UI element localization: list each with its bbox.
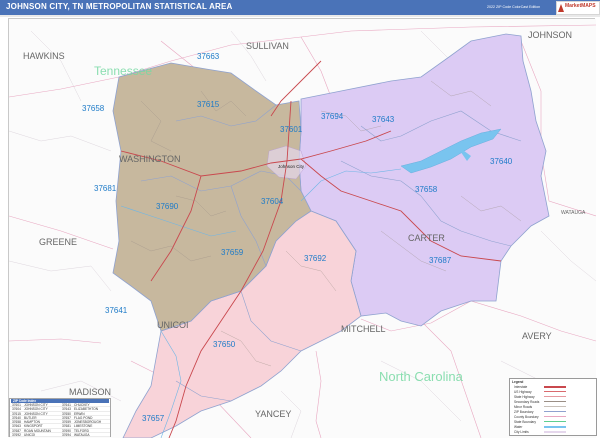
zip-index-rows: 37601 JOHNSON CITY 37641 CHUCKEY 37604 J… (10, 403, 110, 438)
zip-label-37658[interactable]: 37658 (82, 104, 105, 113)
legend-swatch (544, 431, 566, 433)
county-label-washington: WASHINGTON (119, 154, 181, 164)
logo-text: MarketMAPS (565, 3, 596, 9)
legend-swatch (544, 411, 566, 412)
zip-label-37659[interactable]: 37659 (221, 248, 244, 257)
legend-item: City Limits (514, 430, 594, 434)
zip-label-37640[interactable]: 37640 (490, 157, 513, 166)
legend-item: Interstate (514, 385, 594, 389)
map-canvas: HAWKINS SULLIVAN JOHNSON WASHINGTON GREE… (8, 18, 597, 439)
county-label-watauga: WATAUGA (561, 210, 586, 216)
zip-label-37643[interactable]: 37643 (372, 115, 395, 124)
zip-label-37601[interactable]: 37601 (280, 125, 303, 134)
zip-label-37694[interactable]: 37694 (321, 112, 344, 121)
county-label-mitchell: MITCHELL (341, 324, 386, 334)
county-label-hawkins: HAWKINS (23, 51, 65, 61)
legend-item: US Highway (514, 390, 594, 394)
legend-item: County Boundary (514, 415, 594, 419)
city-label-johnson-city: Johnson City (278, 164, 305, 169)
zip-label-37687[interactable]: 37687 (429, 256, 452, 265)
county-label-sullivan: SULLIVAN (246, 41, 289, 51)
zip-label-37641[interactable]: 37641 (105, 306, 128, 315)
legend-swatch (544, 421, 566, 422)
zip-index-table: ZIP Code Index 37601 JOHNSON CITY 37641 … (9, 398, 111, 438)
county-label-yancey: YANCEY (255, 409, 291, 419)
state-label-north-carolina: North Carolina (379, 369, 464, 384)
edition-label: 2022 ZIP Code ColorCast Edition (487, 5, 541, 9)
legend-swatch (544, 426, 566, 428)
zip-label-37650[interactable]: 37650 (213, 340, 236, 349)
county-label-madison: MADISON (69, 387, 111, 397)
zip-label-37657[interactable]: 37657 (142, 414, 165, 423)
map-frame: JOHNSON CITY, TN METROPOLITAN STATISTICA… (0, 0, 600, 439)
zip-label-37658-carter[interactable]: 37658 (415, 185, 438, 194)
publisher-logo[interactable]: MarketMAPS (556, 1, 600, 15)
legend-swatch (544, 416, 566, 417)
legend-item: State Boundary (514, 420, 594, 424)
zip-label-37681[interactable]: 37681 (94, 184, 117, 193)
state-label-tennessee: Tennessee (94, 64, 152, 78)
legend-item: Water (514, 425, 594, 429)
legend-item: Secondary Roads (514, 400, 594, 404)
title-underline (0, 15, 600, 17)
zip-label-37604[interactable]: 37604 (261, 197, 284, 206)
zip-label-37615[interactable]: 37615 (197, 100, 220, 109)
county-label-unicoi: UNICOI (157, 320, 189, 330)
county-label-avery: AVERY (522, 331, 552, 341)
legend-item: State Highway (514, 395, 594, 399)
zip-label-37690[interactable]: 37690 (156, 202, 179, 211)
legend-title: Legend (512, 380, 524, 384)
legend-swatch (544, 401, 566, 402)
map-title: JOHNSON CITY, TN METROPOLITAN STATISTICA… (6, 2, 233, 11)
logo-icon (558, 4, 564, 12)
county-label-carter: CARTER (408, 233, 445, 243)
zip-label-37663[interactable]: 37663 (197, 52, 220, 61)
legend-swatch (544, 406, 566, 407)
county-label-johnson: JOHNSON (528, 30, 572, 40)
map-legend: Legend Interstate US Highway State Highw… (509, 378, 597, 436)
zip-label-37692[interactable]: 37692 (304, 254, 327, 263)
county-label-greene: GREENE (39, 237, 77, 247)
legend-swatch (544, 396, 566, 397)
legend-item: Minor Roads (514, 405, 594, 409)
map-svg: HAWKINS SULLIVAN JOHNSON WASHINGTON GREE… (8, 19, 597, 439)
legend-item: ZIP Boundary (514, 410, 594, 414)
legend-swatch (544, 391, 566, 392)
legend-swatch (544, 386, 566, 388)
title-bar: JOHNSON CITY, TN METROPOLITAN STATISTICA… (0, 0, 600, 15)
